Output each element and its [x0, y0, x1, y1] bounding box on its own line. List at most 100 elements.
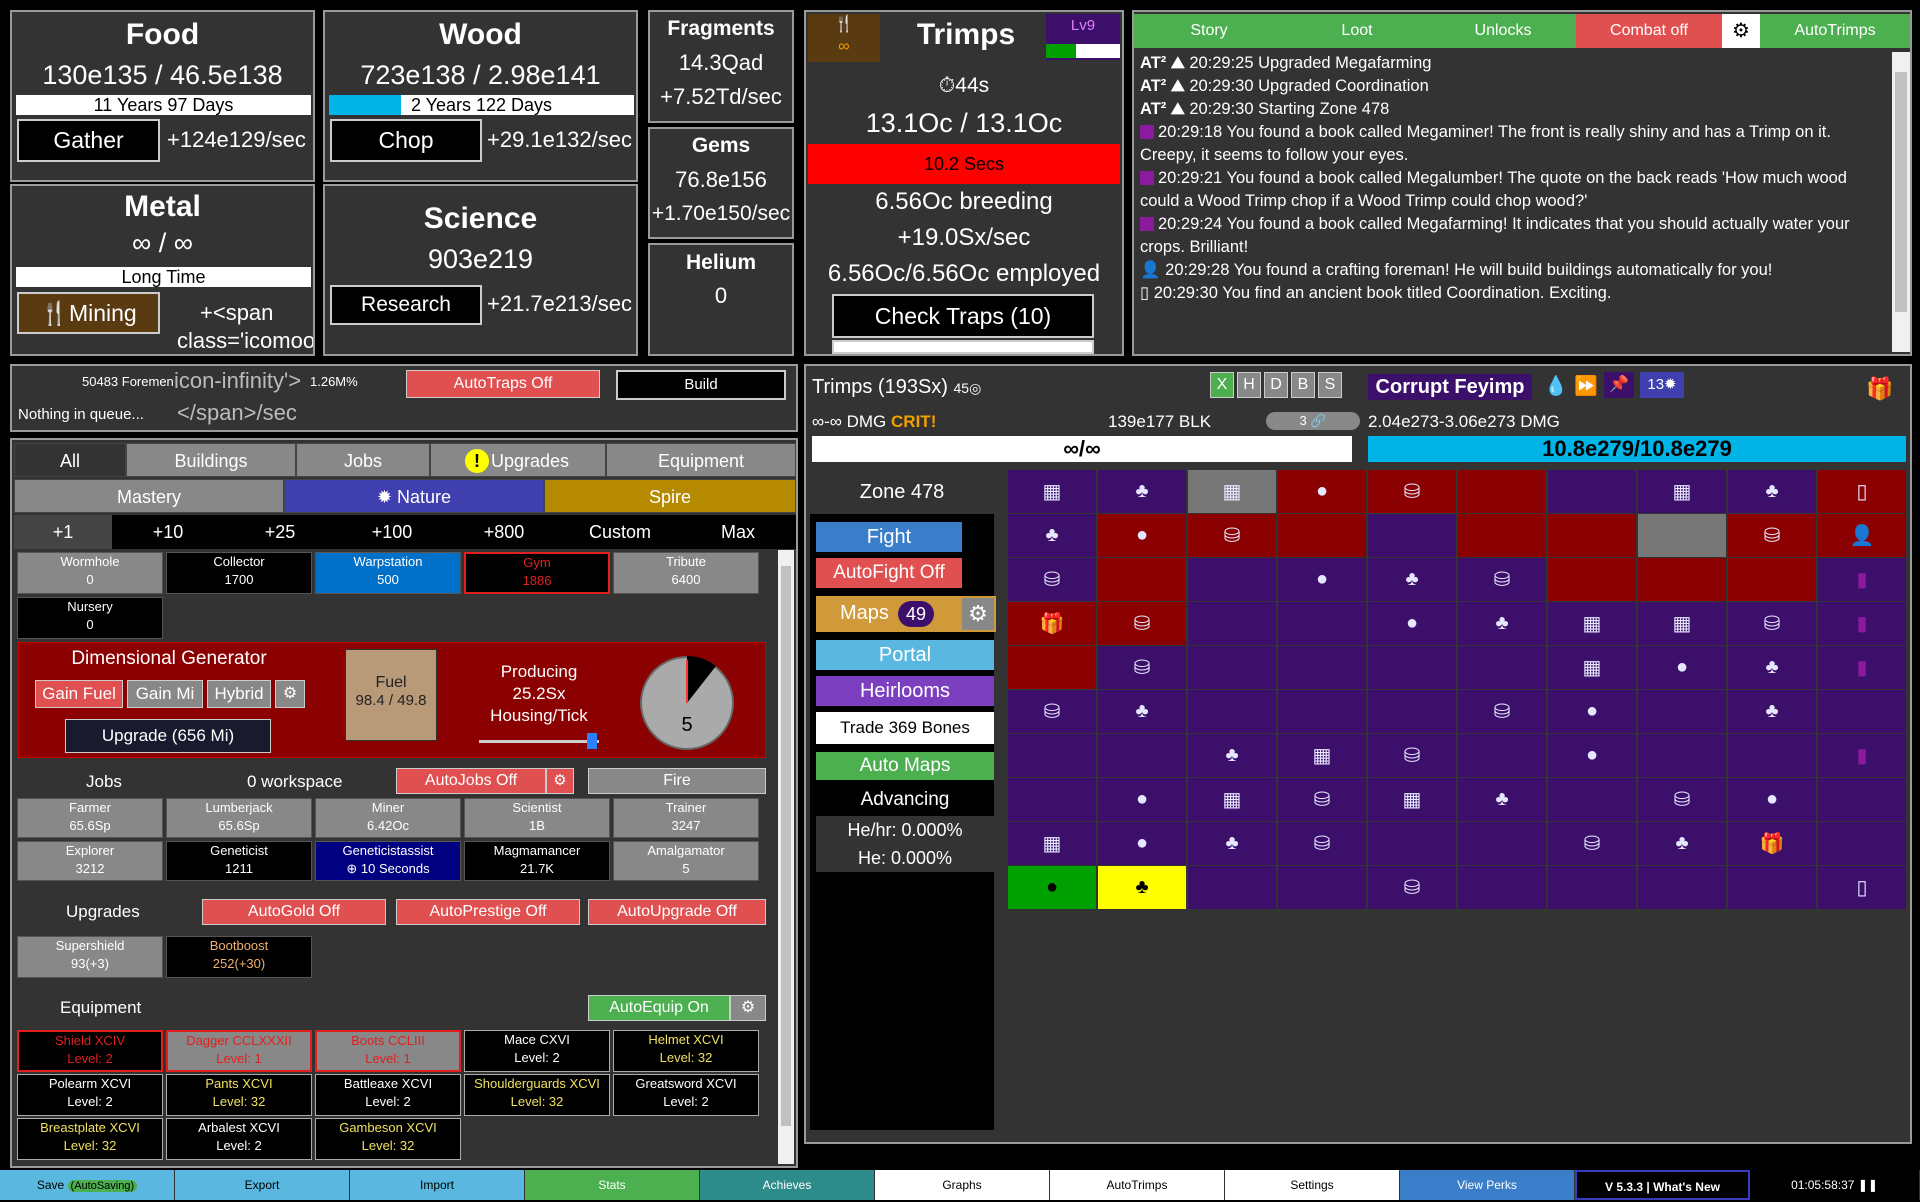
tab-unlocks[interactable]: Unlocks [1430, 14, 1576, 48]
log-settings-gear-icon[interactable]: ⚙ [1722, 14, 1760, 48]
autoequip-gear-icon[interactable]: ⚙ [730, 995, 766, 1021]
buy-scroll-thumb[interactable] [781, 566, 791, 1126]
job-farmer[interactable]: Farmer 65.6Sp [17, 798, 163, 838]
hybrid-button[interactable]: Hybrid [207, 680, 271, 708]
job-geneticist[interactable]: Geneticist 1211 [166, 841, 312, 881]
version-button[interactable]: V 5.3.3 | What's New [1575, 1170, 1750, 1200]
equip-shield[interactable]: Shield XCIV Level: 2 [17, 1030, 163, 1072]
equip-dagger[interactable]: Dagger CCLXXXII Level: 1 [166, 1030, 312, 1072]
building-nursery[interactable]: Nursery 0 [17, 597, 163, 639]
autoequip-button[interactable]: AutoEquip On [588, 995, 730, 1021]
chop-button[interactable]: Chop [330, 119, 482, 162]
job-magmamancer[interactable]: Magmamancer 21.7K [464, 841, 610, 881]
tab-jobs[interactable]: Jobs [296, 443, 430, 477]
dg-upgrade-button[interactable]: Upgrade (656 Mi) [65, 719, 271, 753]
autoupgrade-button[interactable]: AutoUpgrade Off [588, 899, 766, 925]
formation-h-button[interactable]: H [1237, 372, 1261, 398]
pin-icon[interactable]: 📌 [1604, 372, 1634, 398]
fight-button[interactable]: Fight [816, 522, 962, 552]
tab-combat[interactable]: Combat off [1576, 14, 1722, 48]
tab-spire[interactable]: Spire [544, 479, 796, 513]
autogold-button[interactable]: AutoGold Off [202, 899, 386, 925]
job-scientist[interactable]: Scientist 1B [464, 798, 610, 838]
upgrade-supershield[interactable]: Supershield 93(+3) [17, 936, 163, 978]
job-explorer[interactable]: Explorer 3212 [17, 841, 163, 881]
upgrade-bootboost[interactable]: Bootboost 252(+30) [166, 936, 312, 978]
equip-polearm[interactable]: Polearm XCVI Level: 2 [17, 1074, 163, 1116]
tab-all[interactable]: All [14, 443, 126, 477]
gather-button[interactable]: Gather [17, 119, 160, 162]
equip-pants[interactable]: Pants XCVI Level: 32 [166, 1074, 312, 1116]
portal-button[interactable]: Portal [816, 640, 994, 670]
building-gym[interactable]: Gym 1886 [464, 552, 610, 594]
building-collector[interactable]: Collector 1700 [166, 552, 312, 594]
settings-button[interactable]: Settings [1225, 1170, 1400, 1200]
job-trainer[interactable]: Trainer 3247 [613, 798, 759, 838]
autotrimps-settings-button[interactable]: AutoTrimps [1050, 1170, 1225, 1200]
fire-button[interactable]: Fire [588, 768, 766, 794]
amount-800[interactable]: +800 [448, 515, 560, 549]
stats-button[interactable]: Stats [525, 1170, 700, 1200]
equip-shoulderguards[interactable]: Shoulderguards XCVI Level: 32 [464, 1074, 610, 1116]
achieves-button[interactable]: Achieves [700, 1170, 875, 1200]
dg-settings-gear-icon[interactable]: ⚙ [275, 680, 305, 708]
trade-bones-button[interactable]: Trade 369 Bones [816, 712, 994, 744]
view-perks-button[interactable]: View Perks [1400, 1170, 1575, 1200]
amount-10[interactable]: +10 [112, 515, 224, 549]
log-scrollbar[interactable] [1892, 52, 1910, 352]
formation-s-button[interactable]: S [1318, 372, 1342, 398]
tab-autotrimps[interactable]: AutoTrimps [1760, 14, 1910, 48]
amount-1[interactable]: +1 [14, 515, 112, 549]
amount-25[interactable]: +25 [224, 515, 336, 549]
maps-button[interactable]: Maps 49 ⚙ [816, 596, 996, 632]
tab-loot[interactable]: Loot [1284, 14, 1430, 48]
check-traps-button[interactable]: Check Traps (10) [832, 294, 1094, 338]
job-lumberjack[interactable]: Lumberjack 65.6Sp [166, 798, 312, 838]
maps-gear-icon[interactable]: ⚙ [962, 598, 994, 630]
equip-boots[interactable]: Boots CCLIII Level: 1 [315, 1030, 461, 1072]
tab-equipment[interactable]: Equipment [606, 443, 796, 477]
tab-mastery[interactable]: Mastery [14, 479, 284, 513]
formation-b-button[interactable]: B [1291, 372, 1315, 398]
amount-100[interactable]: +100 [336, 515, 448, 549]
equip-arbalest[interactable]: Arbalest XCVI Level: 2 [166, 1118, 312, 1160]
job-miner[interactable]: Miner 6.42Oc [315, 798, 461, 838]
heirlooms-button[interactable]: Heirlooms [816, 676, 994, 706]
build-button[interactable]: Build [616, 370, 786, 400]
building-warpstation[interactable]: Warpstation 500 [315, 552, 461, 594]
gain-fuel-button[interactable]: Gain Fuel [35, 680, 123, 708]
equip-battleaxe[interactable]: Battleaxe XCVI Level: 2 [315, 1074, 461, 1116]
research-button[interactable]: Research [330, 285, 482, 325]
save-button[interactable]: Save (AutoSaving) [0, 1170, 175, 1200]
log-scroll-thumb[interactable] [1895, 72, 1907, 312]
dg-slider[interactable] [479, 733, 599, 749]
export-button[interactable]: Export [175, 1170, 350, 1200]
equip-mace[interactable]: Mace CXVI Level: 2 [464, 1030, 610, 1072]
job-geneticistassist[interactable]: Geneticistassist ⊕ 10 Seconds [315, 841, 461, 881]
level-badge[interactable]: Lv9 [1046, 14, 1120, 60]
tab-buildings[interactable]: Buildings [126, 443, 296, 477]
autojobs-button[interactable]: AutoJobs Off [396, 768, 546, 794]
amount-custom[interactable]: Custom [560, 515, 680, 549]
import-button[interactable]: Import [350, 1170, 525, 1200]
building-tribute[interactable]: Tribute 6400 [613, 552, 759, 594]
autofight-button[interactable]: AutoFight Off [816, 558, 962, 588]
equip-gambeson[interactable]: Gambeson XCVI Level: 32 [315, 1118, 461, 1160]
formation-d-button[interactable]: D [1264, 372, 1288, 398]
formation-x-button[interactable]: X [1210, 372, 1234, 398]
equip-greatsword[interactable]: Greatsword XCVI Level: 2 [613, 1074, 759, 1116]
building-wormhole[interactable]: Wormhole 0 [17, 552, 163, 594]
gain-mi-button[interactable]: Gain Mi [127, 680, 203, 708]
dg-slider-handle[interactable] [587, 733, 597, 749]
amount-max[interactable]: Max [680, 515, 796, 549]
buy-scrollbar[interactable] [778, 550, 794, 1164]
food-fork-icon[interactable]: 🍴 ∞ [808, 14, 880, 62]
equip-breastplate[interactable]: Breastplate XCVI Level: 32 [17, 1118, 163, 1160]
pause-icon[interactable]: ❚❚ [1858, 1178, 1878, 1192]
gift-icon[interactable]: 🎁 [1866, 376, 1893, 402]
graphs-button[interactable]: Graphs [875, 1170, 1050, 1200]
mining-button[interactable]: 🍴Mining [17, 292, 160, 334]
autojobs-gear-icon[interactable]: ⚙ [546, 768, 574, 794]
tab-nature[interactable]: ✹ Nature [284, 479, 544, 513]
tab-upgrades[interactable]: ! Upgrades [430, 443, 606, 477]
